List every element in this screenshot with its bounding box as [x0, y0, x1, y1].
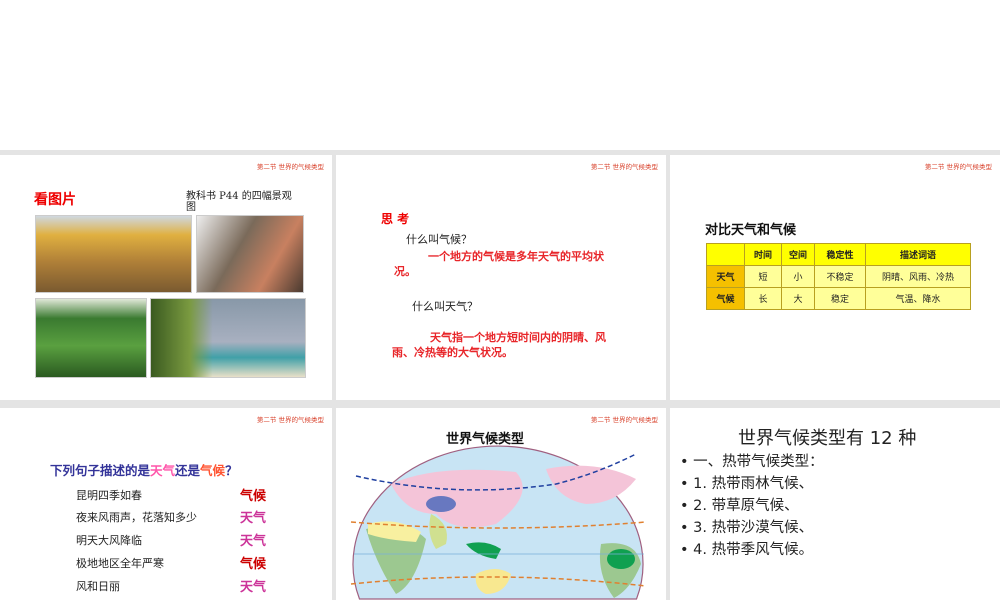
- bullet-text: 3. 热带沙漠气候、: [693, 520, 814, 536]
- table-cell: 小: [781, 265, 815, 288]
- slide-header: 第二节 世界的气候类型: [590, 416, 658, 424]
- bullet-item: • 4. 热带季风气候。: [680, 542, 814, 558]
- slide-3[interactable]: 第二节 世界的气候类型 对比天气和气候 时间 空间 稳定性 描述词语 天气 短 …: [670, 155, 1000, 400]
- bullet-text: 2. 带草原气候、: [693, 498, 799, 514]
- amazon: [607, 549, 635, 569]
- world-climate-map: [350, 445, 647, 600]
- bullet-text: 4. 热带季风气候。: [693, 542, 814, 558]
- table-row: 气候 长 大 稳定 气温、降水: [706, 287, 971, 310]
- bullet-item: • 3. 热带沙漠气候、: [680, 520, 814, 536]
- answer-weather: 天气: [240, 534, 267, 549]
- slide-2[interactable]: 第二节 世界的气候类型 思 考 什么叫气候？ 一个地方的气候是多年天气的平均状况…: [336, 155, 666, 400]
- bullet-text: 一、热带气候类型：: [693, 454, 824, 470]
- table-cell: 气温、降水: [865, 287, 971, 310]
- slide-6[interactable]: 世界气候类型有 12 种 • 一、热带气候类型： • 1. 热带雨林气候、 • …: [670, 408, 1000, 600]
- answer-climate: 气候: [240, 489, 267, 504]
- row-header: 天气: [706, 265, 745, 288]
- bullet-item: • 一、热带气候类型：: [680, 454, 824, 470]
- answer-climate: 气候: [240, 557, 267, 572]
- sentence: 风和日丽: [76, 580, 120, 593]
- table-header-row: 时间 空间 稳定性 描述词语: [706, 243, 971, 266]
- title-weather: 天气: [150, 463, 176, 478]
- title-text: 下列句子描述的是: [50, 463, 151, 478]
- row-header: 气候: [706, 287, 745, 310]
- bullet-item: • 2. 带草原气候、: [680, 498, 799, 514]
- bullet-item: • 1. 热带雨林气候、: [680, 476, 814, 492]
- sentence: 极地地区全年严寒: [76, 557, 164, 570]
- table-row: 天气 短 小 不稳定 阴晴、风雨、冷热: [706, 265, 971, 288]
- question-title: 下列句子描述的是天气还是气候？: [50, 460, 238, 479]
- table-cell: 阴晴、风雨、冷热: [865, 265, 971, 288]
- slide-4[interactable]: 第二节 世界的气候类型 下列句子描述的是天气还是气候？ 昆明四季如春 气候 夜来…: [0, 408, 332, 600]
- photo-rainforest: [35, 298, 147, 378]
- table-cell: 稳定: [814, 287, 866, 310]
- slide-header: 第二节 世界的气候类型: [256, 416, 324, 424]
- column-header: 描述词语: [865, 243, 971, 266]
- table-cell: 长: [744, 287, 782, 310]
- table-corner: [706, 243, 745, 266]
- slide-5[interactable]: 第二节 世界的气候类型 世界气候类型: [336, 408, 666, 600]
- think-heading: 思 考: [381, 212, 410, 226]
- question-weather: 什么叫天气？: [412, 300, 478, 313]
- column-header: 稳定性: [814, 243, 866, 266]
- title-climate: 气候: [200, 463, 226, 478]
- answer-weather: 天气: [240, 580, 267, 595]
- slide-1[interactable]: 第二节 世界的气候类型 看图片 教科书 P44 的四幅景观图: [0, 155, 332, 400]
- answer-climate: 一个地方的气候是多年天气的平均状况。: [394, 250, 604, 278]
- table-cell: 不稳定: [814, 265, 866, 288]
- slide-sorter-grid: 第二节 世界的气候类型 看图片 教科书 P44 的四幅景观图 第二节 世界的气候…: [0, 150, 1000, 600]
- sentence: 昆明四季如春: [76, 489, 142, 502]
- table-cell: 大: [781, 287, 815, 310]
- column-header: 时间: [744, 243, 782, 266]
- tibet: [426, 496, 456, 512]
- column-header: 空间: [781, 243, 815, 266]
- photo-desert-camels: [35, 215, 192, 293]
- slide-header: 第二节 世界的气候类型: [924, 163, 992, 171]
- slide-title: 看图片: [34, 192, 76, 208]
- answer-weather: 天气: [240, 511, 267, 526]
- question-climate: 什么叫气候？: [406, 233, 472, 246]
- slide-header: 第二节 世界的气候类型: [590, 163, 658, 171]
- comparison-table: 时间 空间 稳定性 描述词语 天气 短 小 不稳定 阴晴、风雨、冷热 气候 长 …: [706, 243, 971, 310]
- caption: 教科书 P44 的四幅景观图: [186, 191, 292, 213]
- slide-title: 对比天气和气候: [705, 223, 797, 238]
- photo-tropical-beach: [150, 298, 306, 378]
- table-cell: 短: [744, 265, 782, 288]
- title-text: 还是: [175, 463, 201, 478]
- photo-inuit: [196, 215, 304, 293]
- slide-header: 第二节 世界的气候类型: [256, 163, 324, 171]
- bullet-text: 1. 热带雨林气候、: [693, 476, 814, 492]
- answer-weather: 天气指一个地方短时间内的阴晴、风雨、冷热等的大气状况。: [392, 331, 606, 359]
- sentence: 夜来风雨声，花落知多少: [76, 511, 197, 524]
- sentence: 明天大风降临: [76, 534, 142, 547]
- slide-title: 世界气候类型有 12 种: [738, 428, 917, 449]
- title-text: ？: [225, 463, 238, 478]
